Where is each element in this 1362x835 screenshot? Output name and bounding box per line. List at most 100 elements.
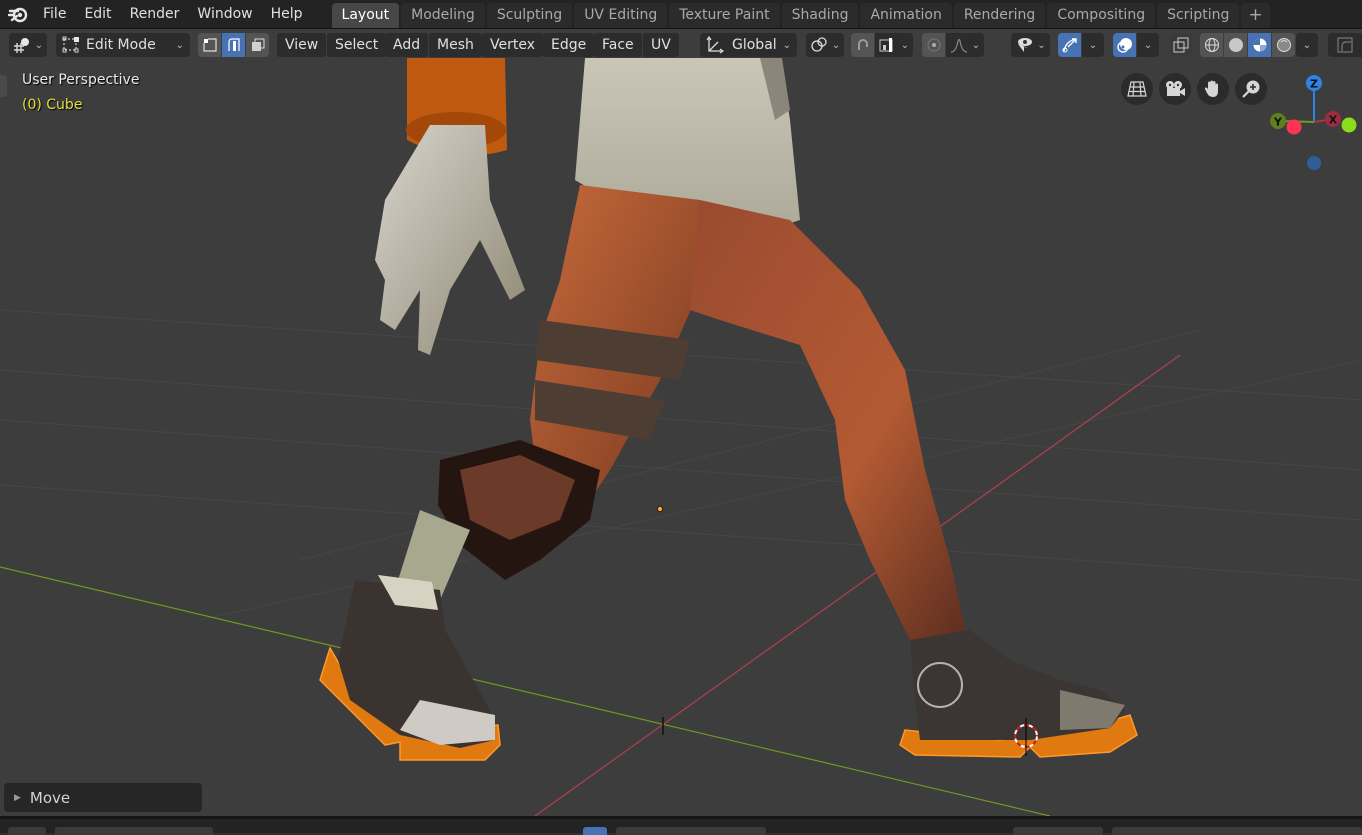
menu-uv[interactable]: UV [643, 33, 679, 57]
menu-render[interactable]: Render [121, 0, 189, 28]
main-menu: File Edit Render Window Help [34, 0, 312, 28]
chevron-down-icon: ⌄ [175, 39, 184, 51]
tab-animation[interactable]: Animation [860, 3, 952, 28]
tab-compositing[interactable]: Compositing [1047, 3, 1156, 28]
add-workspace-button[interactable]: + [1241, 3, 1270, 28]
gizmo-neg-x[interactable] [1286, 119, 1302, 135]
chevron-down-icon: ⌄ [900, 39, 910, 51]
falloff-smooth-icon [950, 38, 967, 53]
proportional-edit-icon [927, 38, 940, 52]
tab-shading[interactable]: Shading [781, 3, 859, 28]
transform-orientation-dropdown[interactable]: Global ⌄ [700, 33, 797, 57]
snap-increment-icon [879, 38, 893, 52]
viewport-scene [0, 58, 1362, 816]
menu-add[interactable]: Add [385, 33, 429, 57]
gizmo-neg-y[interactable] [1341, 117, 1357, 133]
blender-logo-icon[interactable] [4, 0, 32, 28]
shading-solid-button[interactable] [1224, 33, 1247, 57]
tab-scripting[interactable]: Scripting [1157, 3, 1240, 28]
zoom-view-button[interactable] [1235, 73, 1267, 105]
editor-options-button[interactable] [1328, 33, 1362, 57]
menu-face[interactable]: Face [594, 33, 642, 57]
editor-type-button[interactable]: ⌄ [9, 33, 47, 57]
top-bar: File Edit Render Window Help Layout Mode… [0, 0, 1362, 29]
pivot-point-dropdown[interactable]: ⌄ [806, 33, 844, 57]
toolbar-expand-tab[interactable] [0, 75, 7, 97]
snap-toggle[interactable] [851, 33, 874, 57]
rendered-shading-icon [1276, 38, 1291, 52]
menu-edge[interactable]: Edge [543, 33, 595, 57]
zoom-icon [1242, 80, 1260, 98]
wireframe-shading-icon [1204, 38, 1219, 52]
material-preview-icon [1253, 38, 1266, 52]
object-data-icon [13, 38, 29, 53]
menu-edit[interactable]: Edit [75, 0, 120, 28]
gizmo-toggle[interactable] [1058, 33, 1081, 57]
solid-shading-icon [1228, 38, 1243, 52]
mode-dropdown[interactable]: Edit Mode ⌄ [56, 33, 190, 57]
operator-label: Move [29, 788, 71, 807]
gizmo-y-label: Y [1273, 116, 1283, 129]
tab-uv-editing[interactable]: UV Editing [574, 3, 668, 28]
xray-toggle[interactable] [1169, 33, 1192, 57]
playback-controls[interactable] [616, 827, 766, 835]
xray-icon [1173, 37, 1188, 53]
timeline-menus[interactable] [55, 827, 213, 835]
shading-wireframe-button[interactable] [1200, 33, 1223, 57]
chevron-down-icon: ⌄ [831, 39, 841, 51]
workspace-tabs: Layout Modeling Sculpting UV Editing Tex… [331, 0, 1272, 28]
menu-file[interactable]: File [34, 0, 75, 28]
pan-view-button[interactable] [1197, 73, 1229, 105]
last-operator-panel[interactable]: ▶ Move [4, 783, 202, 812]
tab-rendering[interactable]: Rendering [953, 3, 1046, 28]
active-object-label: (0) Cube [22, 97, 83, 113]
menu-select[interactable]: Select [327, 33, 387, 57]
chevron-down-icon: ⌄ [1302, 39, 1312, 51]
menu-help[interactable]: Help [262, 0, 312, 28]
eye-cursor-icon [1018, 38, 1033, 52]
selectability-visibility-dropdown[interactable]: ⌄ [1011, 33, 1050, 57]
proportional-edit-toggle[interactable] [922, 33, 945, 57]
snap-target-dropdown[interactable]: ⌄ [875, 33, 913, 57]
navigation-gizmo[interactable]: Y X Z [1265, 70, 1362, 180]
edit-mode-icon [62, 36, 79, 53]
overlay-dropdown[interactable]: ⌄ [1137, 33, 1159, 57]
shading-options-dropdown[interactable]: ⌄ [1296, 33, 1318, 57]
expand-triangle-icon[interactable]: ▶ [14, 793, 21, 803]
shading-material-preview-button[interactable] [1248, 33, 1271, 57]
current-frame-field[interactable] [1013, 827, 1103, 835]
tab-modeling[interactable]: Modeling [401, 3, 485, 28]
menu-vertex[interactable]: Vertex [482, 33, 544, 57]
view-name-label: User Perspective [22, 72, 140, 88]
menu-mesh[interactable]: Mesh [429, 33, 482, 57]
face-select-mode-button[interactable] [246, 33, 269, 57]
gizmo-dropdown[interactable]: ⌄ [1082, 33, 1104, 57]
tab-sculpting[interactable]: Sculpting [486, 3, 573, 28]
chevron-down-icon: ⌄ [971, 39, 981, 51]
orientation-icon [706, 36, 724, 54]
frame-range-fields[interactable] [1112, 827, 1362, 835]
3d-viewport[interactable] [0, 29, 1362, 816]
overlay-toggle[interactable] [1113, 33, 1136, 57]
vertex-select-icon [202, 38, 217, 52]
timeline-editor-type[interactable] [8, 827, 46, 835]
vertex-select-mode-button[interactable] [198, 33, 221, 57]
pivot-icon [811, 37, 827, 52]
auto-keying-toggle[interactable] [583, 827, 607, 835]
tab-texture-paint[interactable]: Texture Paint [669, 3, 780, 28]
object-origin [657, 505, 664, 512]
gizmo-icon [1062, 38, 1077, 53]
gizmo-neg-z[interactable] [1307, 156, 1321, 170]
edge-select-mode-button[interactable] [222, 33, 245, 57]
camera-view-button[interactable] [1159, 73, 1191, 105]
shading-rendered-button[interactable] [1272, 33, 1295, 57]
mode-label: Edit Mode [86, 37, 156, 53]
falloff-dropdown[interactable]: ⌄ [946, 33, 984, 57]
tab-layout[interactable]: Layout [331, 3, 400, 28]
menu-view[interactable]: View [277, 33, 327, 57]
menu-window[interactable]: Window [188, 0, 261, 28]
toggle-ortho-button[interactable] [1121, 73, 1153, 105]
sidebar-toggle-icon [1337, 37, 1353, 53]
chevron-down-icon: ⌄ [1143, 39, 1153, 51]
orientation-label: Global [732, 37, 777, 53]
